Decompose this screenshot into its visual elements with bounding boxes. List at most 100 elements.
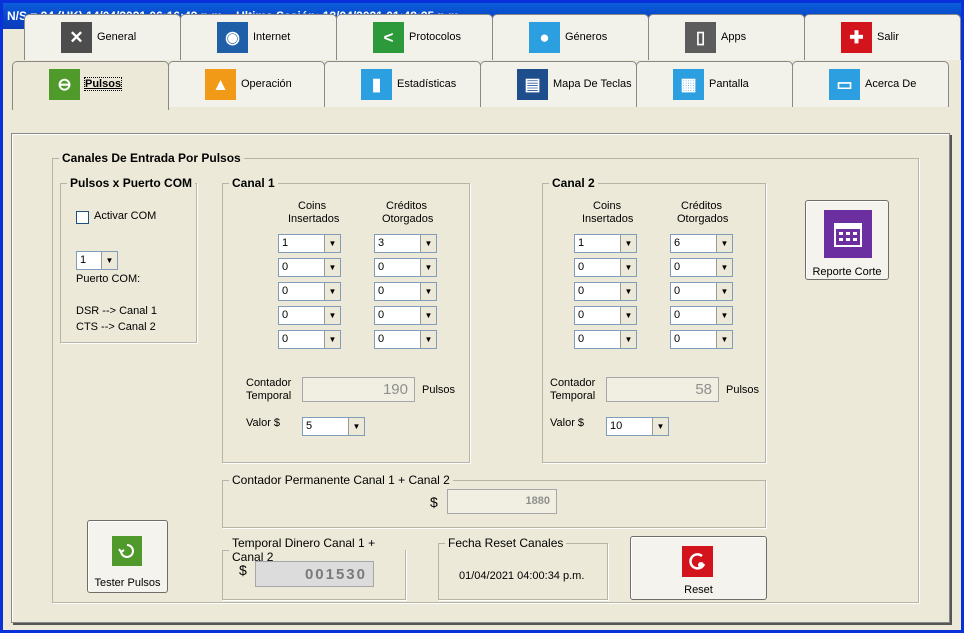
keyboard-icon: ▭ [829, 69, 860, 100]
tab-operación[interactable]: ▲ Operación [168, 61, 325, 107]
canal2-creditos-select[interactable]: 0 ▼ [670, 330, 733, 349]
canal2-creditos-header: Créditos [681, 200, 722, 212]
canal1-valor-label: Valor $ [246, 417, 281, 429]
canal2-contador-label: Contador [550, 377, 596, 389]
calendar-icon [824, 210, 872, 258]
tab-label: Acerca De [865, 78, 917, 90]
canal1-creditos-select[interactable]: 0 ▼ [374, 306, 437, 325]
canal2-creditos-select[interactable]: 0 ▼ [670, 306, 733, 325]
chevron-down-icon: ▼ [716, 283, 732, 300]
chevron-down-icon: ▼ [420, 307, 436, 324]
canal2-creditos-select[interactable]: 0 ▼ [670, 258, 733, 277]
canal1-valor-select[interactable]: 5 ▼ [302, 417, 365, 436]
temporal-dinero-title: Temporal Dinero Canal 1 + Canal 2 [232, 536, 376, 564]
chevron-down-icon: ▼ [620, 235, 636, 252]
com-port-select[interactable]: 1 ▼ [76, 251, 118, 270]
grid-icon: ▦ [673, 69, 704, 100]
canal2-contador-label-2: Temporal [550, 390, 596, 402]
fecha-reset-value: 01/04/2021 04:00:34 p.m. [459, 570, 585, 582]
canal1-coins-select[interactable]: 1 ▼ [278, 234, 341, 253]
cone-icon: ▲ [205, 69, 236, 100]
canal2-coins-select[interactable]: 0 ▼ [574, 330, 637, 349]
reporte-corte-label: Reporte Corte [812, 266, 882, 278]
tab-internet[interactable]: ◉ Internet [180, 14, 337, 60]
canal2-coins-select[interactable]: 0 ▼ [574, 258, 637, 277]
canal1-creditos-select[interactable]: 0 ▼ [374, 282, 437, 301]
chevron-down-icon: ▼ [420, 283, 436, 300]
tab-géneros[interactable]: ● Géneros [492, 14, 649, 60]
canal2-creditos-select[interactable]: 6 ▼ [670, 234, 733, 253]
tab-apps[interactable]: ▯ Apps [648, 14, 805, 60]
tester-pulsos-label: Tester Pulsos [94, 577, 161, 589]
tab-salir[interactable]: ✚ Salir [804, 14, 961, 60]
chevron-down-icon: ▼ [620, 283, 636, 300]
com-port-label: Puerto COM: [76, 273, 141, 285]
users-icon: ● [529, 22, 560, 53]
tab-pantalla[interactable]: ▦ Pantalla [636, 61, 793, 107]
tab-pulsos[interactable]: ⊖ Pulsos [12, 61, 169, 110]
tab-label: General [97, 31, 137, 43]
chevron-down-icon: ▼ [620, 259, 636, 276]
canal2-contador-value: 58 [606, 377, 719, 402]
com-group-title: Pulsos x Puerto COM [70, 176, 193, 190]
chevron-down-icon: ▼ [324, 259, 340, 276]
canal1-coins-select[interactable]: 0 ▼ [278, 330, 341, 349]
tab-label: Internet [253, 31, 291, 43]
activar-com-checkbox[interactable] [76, 211, 89, 224]
tester-pulsos-button[interactable]: Tester Pulsos [87, 520, 168, 593]
tab-label: Estadísticas [397, 78, 457, 90]
bar-chart-icon: ▮ [361, 69, 392, 100]
canal2-coins-select[interactable]: 1 ▼ [574, 234, 637, 253]
canal1-coins-select[interactable]: 0 ▼ [278, 306, 341, 325]
canal1-pulsos-label: Pulsos [422, 384, 456, 396]
reset-hand-icon [682, 546, 713, 577]
canal2-coins-select[interactable]: 0 ▼ [574, 306, 637, 325]
refresh-icon [112, 536, 142, 566]
canal2-coins-header: Coins [593, 200, 622, 212]
canal1-coins-select[interactable]: 0 ▼ [278, 282, 341, 301]
tab-label: Mapa De Teclas [553, 78, 632, 90]
canal1-creditos-select[interactable]: 3 ▼ [374, 234, 437, 253]
chevron-down-icon: ▼ [420, 235, 436, 252]
app-window: N/S = 34 (HK) 14/04/2021 06:16:43 p.m. -… [0, 0, 964, 633]
fecha-reset-title: Fecha Reset Canales [448, 536, 564, 550]
tab-label: Protocolos [409, 31, 461, 43]
canal1-contador-label: Contador [246, 377, 292, 389]
tab-label: Géneros [565, 31, 608, 43]
canal1-creditos-select[interactable]: 0 ▼ [374, 258, 437, 277]
permanente-title: Contador Permanente Canal 1 + Canal 2 [232, 473, 450, 487]
pulse-icon: ⊖ [49, 69, 80, 100]
canal2-pulsos-label: Pulsos [726, 384, 760, 396]
tab-estadísticas[interactable]: ▮ Estadísticas [324, 61, 481, 107]
tab-mapa-de-teclas[interactable]: ▤ Mapa De Teclas [480, 61, 637, 107]
reset-button[interactable]: Reset [630, 536, 767, 600]
chevron-down-icon: ▼ [324, 283, 340, 300]
activar-com-label: Activar COM [94, 210, 157, 222]
canal2-creditos-select[interactable]: 0 ▼ [670, 282, 733, 301]
canales-group-title: Canales De Entrada Por Pulsos [62, 151, 241, 165]
chevron-down-icon: ▼ [324, 235, 340, 252]
canal1-contador-value: 190 [302, 377, 415, 402]
chevron-down-icon: ▼ [716, 307, 732, 324]
reset-label: Reset [684, 584, 713, 596]
tab-general[interactable]: ✕ General [24, 14, 181, 60]
canal1-creditos-select[interactable]: 0 ▼ [374, 330, 437, 349]
chevron-down-icon: ▼ [324, 307, 340, 324]
canal1-coins-select[interactable]: 0 ▼ [278, 258, 341, 277]
chevron-down-icon: ▼ [716, 235, 732, 252]
canal2-valor-label: Valor $ [550, 417, 585, 429]
reporte-corte-button[interactable]: Reporte Corte [805, 200, 889, 280]
chevron-down-icon: ▼ [652, 418, 668, 435]
phone-icon: ▯ [685, 22, 716, 53]
canal2-valor-select[interactable]: 10 ▼ [606, 417, 669, 436]
exit-icon: ✚ [841, 22, 872, 53]
permanente-currency: $ [430, 494, 438, 510]
canal2-coins-select[interactable]: 0 ▼ [574, 282, 637, 301]
chevron-down-icon: ▼ [420, 331, 436, 348]
keymap-icon: ▤ [517, 69, 548, 100]
globe-icon: ◉ [217, 22, 248, 53]
tab-protocolos[interactable]: < Protocolos [336, 14, 493, 60]
fecha-reset-group: Fecha Reset Canales [438, 536, 608, 600]
chevron-down-icon: ▼ [420, 259, 436, 276]
tab-acerca-de[interactable]: ▭ Acerca De [792, 61, 949, 107]
